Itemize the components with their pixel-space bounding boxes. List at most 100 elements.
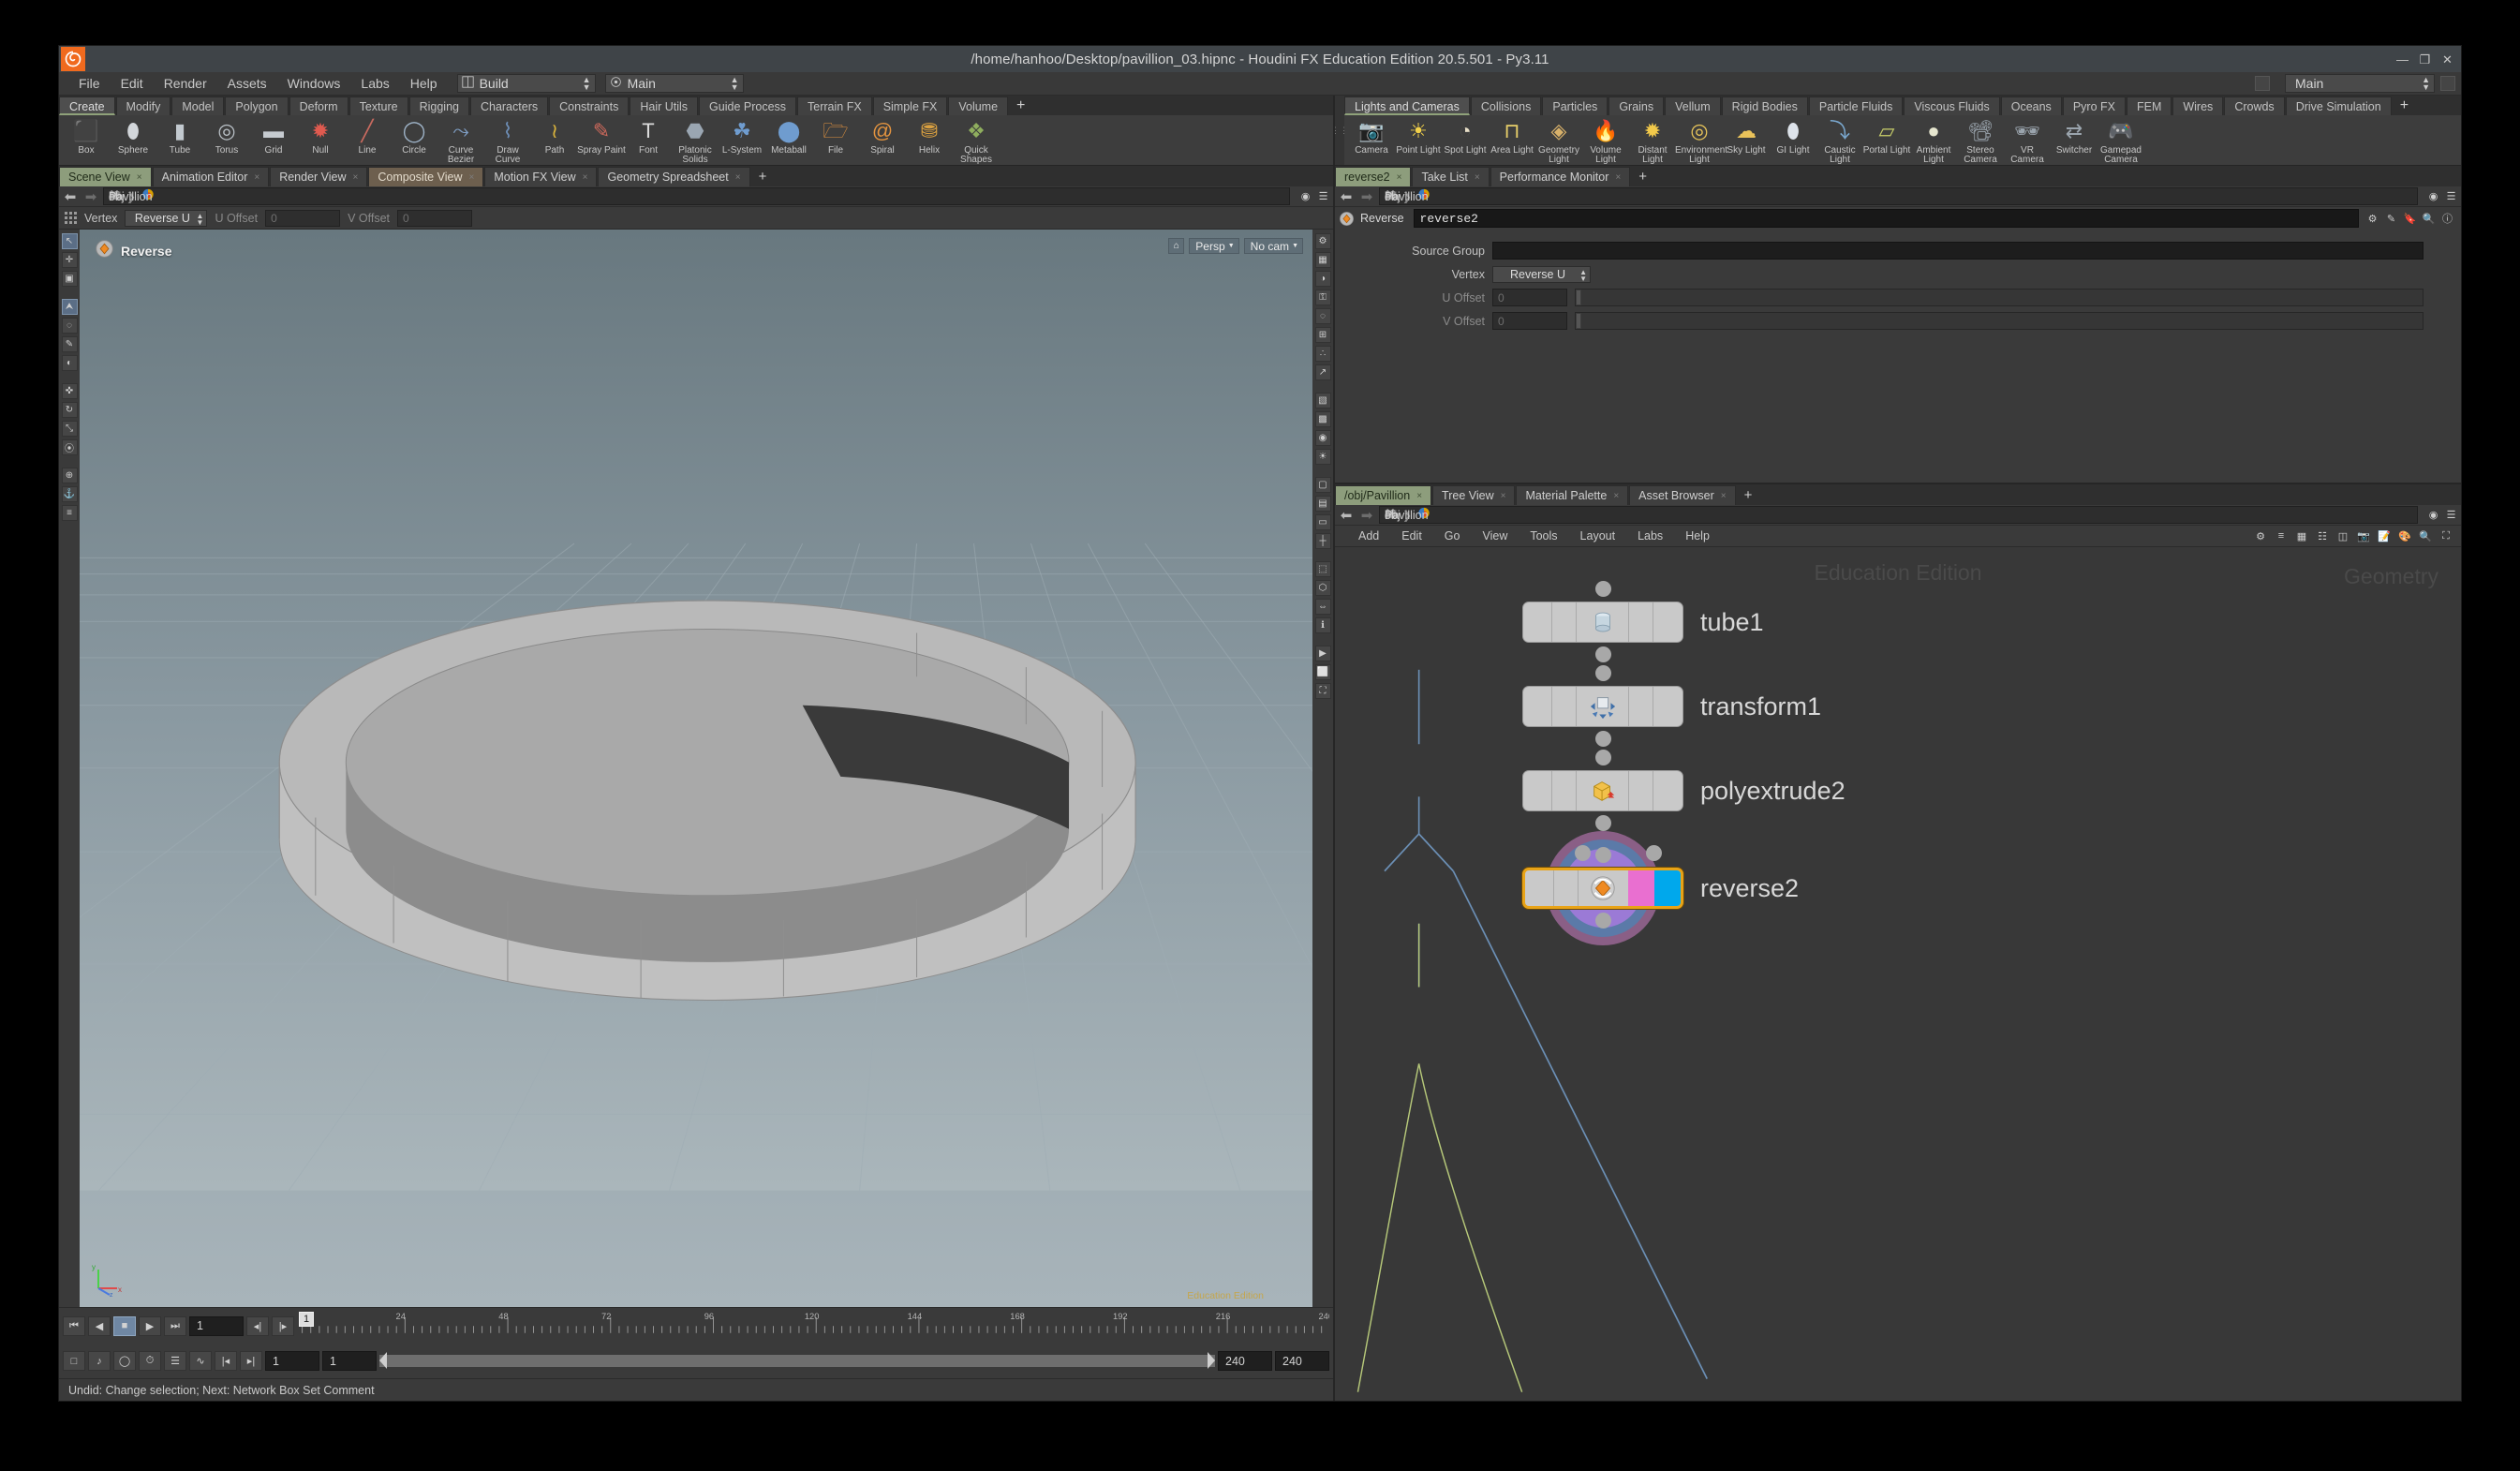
network-node[interactable]: reverse2 (1522, 831, 1799, 945)
select-icon[interactable]: ↖ (61, 233, 78, 249)
note-icon[interactable]: 📝 (2377, 528, 2392, 543)
node-output-port[interactable] (1595, 646, 1611, 662)
menu-assets[interactable]: Assets (217, 72, 277, 96)
shelf-right-tab-vellum[interactable]: Vellum (1665, 97, 1721, 115)
node-input-port[interactable] (1595, 665, 1611, 681)
shelf-right-sky-light-tool[interactable]: ☁ Sky Light (1723, 115, 1770, 156)
shelf-left-spray-paint-tool[interactable]: ✎ Spray Paint (577, 115, 626, 156)
v-offset-slider[interactable] (1575, 312, 2424, 330)
snap-icon[interactable]: ⊕ (61, 468, 78, 483)
paint-icon[interactable]: ◐ (61, 355, 78, 371)
shaded-icon[interactable]: ◑ (1314, 271, 1331, 287)
close-button[interactable]: ✕ (2441, 53, 2453, 66)
shelf-left-tube-tool[interactable]: ▮ Tube (156, 115, 203, 156)
magnet-icon[interactable]: ⚓ (61, 486, 78, 502)
pane-menu-icon[interactable]: ☰ (2444, 508, 2458, 522)
menu-edit[interactable]: Edit (111, 72, 154, 96)
nav-back-button[interactable]: ⬅ (1338, 188, 1355, 205)
shelf-right-volume-light-tool[interactable]: 🔥 Volume Light (1582, 115, 1629, 165)
close-icon[interactable]: × (1416, 486, 1422, 506)
network-pane-add-tab-button[interactable]: + (1737, 485, 1760, 505)
parameter-pane-add-tab-button[interactable]: + (1631, 167, 1654, 186)
shelf-left-tab-polygon[interactable]: Polygon (225, 97, 289, 115)
close-icon[interactable]: × (468, 168, 474, 187)
lock-icon[interactable]: ⚿ (1314, 290, 1331, 305)
shelf-right-spot-light-tool[interactable]: ◔ Spot Light (1442, 115, 1489, 156)
slider-handle[interactable] (1576, 313, 1581, 329)
range-right-handle[interactable] (1208, 1352, 1215, 1370)
shelf-left-quick-shapes-tool[interactable]: ❖ Quick Shapes (953, 115, 1000, 165)
network-menu-help[interactable]: Help (1675, 529, 1720, 542)
rotate-icon[interactable]: ↻ (61, 402, 78, 418)
info-icon[interactable]: ℹ (1314, 617, 1331, 633)
tools-icon[interactable]: ⚙ (2253, 528, 2268, 543)
shelf-left-tab-guide-process[interactable]: Guide Process (699, 97, 797, 115)
display-options-icon[interactable]: ⚙ (1314, 233, 1331, 249)
layout-preset-selector[interactable]: Main ▲ ▼ (2285, 74, 2435, 93)
shelf-left-line-tool[interactable]: ╱ Line (344, 115, 391, 156)
network-canvas[interactable]: Education Edition Geometry tube1 transfo… (1335, 547, 2461, 1401)
drag-handle-icon[interactable] (65, 212, 77, 224)
handle-toggle-icon[interactable]: ⬚ (1314, 561, 1331, 577)
shelf-left-box-tool[interactable]: ⬛ Box (63, 115, 110, 156)
render-region-icon[interactable]: ⬜ (1314, 664, 1331, 680)
shelf-right-tab-drive-simulation[interactable]: Drive Simulation (2285, 97, 2392, 115)
scene-viewport[interactable]: Reverse ⌂ Persp ▼ No cam ▼ y x z Educati… (80, 230, 1312, 1307)
network-menu-labs[interactable]: Labs (1627, 529, 1673, 542)
play-reverse-button[interactable]: ◀ (88, 1315, 111, 1336)
shelf-right-gamepad-camera-tool[interactable]: 🎮 Gamepad Camera (2098, 115, 2144, 165)
handles-icon[interactable]: ✛ (61, 252, 78, 268)
shelf-right-tab-particle-fluids[interactable]: Particle Fluids (1808, 97, 1904, 115)
nav-forward-button[interactable]: ➡ (1358, 188, 1375, 205)
shelf-left-tab-model[interactable]: Model (171, 97, 225, 115)
range-end-lock-icon[interactable]: ▸| (240, 1351, 262, 1372)
close-icon[interactable]: × (583, 168, 588, 187)
table-view-icon[interactable]: ◫ (2335, 528, 2350, 543)
node-body-reverse2[interactable] (1522, 868, 1683, 909)
viewport-pane-tab-animation-editor[interactable]: Animation Editor × (152, 167, 270, 187)
network-menu-go[interactable]: Go (1434, 529, 1471, 542)
shelf-left-metaball-tool[interactable]: ⬤ Metaball (765, 115, 812, 156)
viewport-camera-select[interactable]: No cam ▼ (1243, 238, 1303, 254)
viewport-pane-tab-geometry-spreadsheet[interactable]: Geometry Spreadsheet × (598, 167, 750, 187)
shelf-right-tab-fem[interactable]: FEM (2126, 97, 2172, 115)
audio-icon[interactable]: ♪ (88, 1351, 111, 1372)
background-icon[interactable]: ▤ (1314, 496, 1331, 512)
shelf-left-tab-create[interactable]: Create (59, 97, 115, 115)
shelf-right-tab-rigid-bodies[interactable]: Rigid Bodies (1721, 97, 1808, 115)
normals-icon[interactable]: ↗ (1314, 364, 1331, 380)
render-flag[interactable] (1654, 870, 1681, 906)
flipbook-icon[interactable]: ▶ (1314, 646, 1331, 661)
shelf-right-vr-camera-tool[interactable]: 🕶 VR Camera (2004, 115, 2051, 165)
color-icon[interactable]: 🎨 (2397, 528, 2412, 543)
snapshot-icon[interactable]: 📷 (2356, 528, 2371, 543)
handle-icon[interactable]: ⦿ (61, 439, 78, 455)
goto-start-button[interactable]: ⏮ (63, 1315, 85, 1336)
close-icon[interactable]: × (254, 168, 259, 187)
shelf-right-geometry-light-tool[interactable]: ◈ Geometry Light (1535, 115, 1582, 165)
close-icon[interactable]: × (1501, 486, 1506, 506)
shelf-left-tab-constraints[interactable]: Constraints (549, 97, 630, 115)
nav-forward-button[interactable]: ➡ (82, 188, 99, 205)
shelf-left-curve-bezier-tool[interactable]: ⤳ Curve Bezier (437, 115, 484, 165)
shelf-right-point-light-tool[interactable]: ☀ Point Light (1395, 115, 1442, 156)
node-input-port[interactable] (1595, 581, 1611, 597)
shelf-left-tab-modify[interactable]: Modify (115, 97, 171, 115)
snapshot-icon[interactable]: ⛶ (1314, 683, 1331, 699)
shelf-right-tab-wires[interactable]: Wires (2172, 97, 2224, 115)
uv-icon[interactable]: ▧ (1314, 393, 1331, 409)
close-icon[interactable]: × (1721, 486, 1727, 506)
list-view-icon[interactable]: ▦ (2294, 528, 2309, 543)
close-icon[interactable]: × (353, 168, 359, 187)
help-icon[interactable]: ⓘ (2440, 212, 2454, 226)
playback-start-input[interactable]: 1 (322, 1351, 377, 1372)
nav-back-button[interactable]: ⬅ (1338, 507, 1355, 524)
node-multi-input-port[interactable] (1575, 845, 1591, 861)
shelf-right-tab-lights-and-cameras[interactable]: Lights and Cameras (1344, 97, 1470, 115)
breadcrumb-node[interactable]: Pavillion (1385, 190, 1429, 203)
close-icon[interactable]: × (735, 168, 741, 187)
node-body-polyextrude2[interactable] (1522, 770, 1683, 811)
shelf-right-area-light-tool[interactable]: ⊓ Area Light (1489, 115, 1535, 156)
shelf-left-grid-tool[interactable]: ▬ Grid (250, 115, 297, 156)
wireframe-icon[interactable]: ▦ (1314, 252, 1331, 268)
